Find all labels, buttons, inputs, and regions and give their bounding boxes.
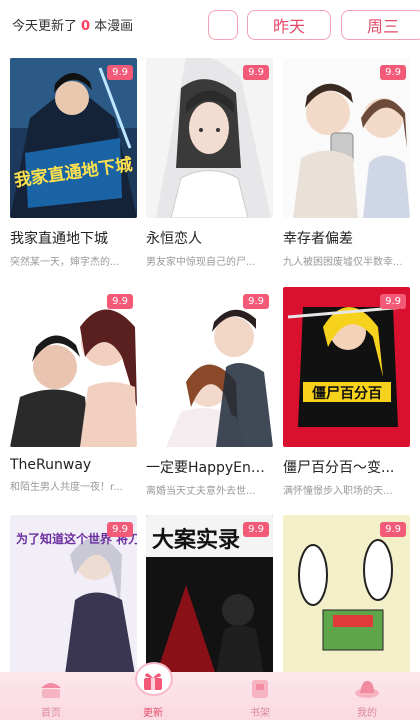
comic-title: 一定要HappyEnding	[146, 460, 273, 476]
hat-icon	[355, 680, 379, 698]
nav-update[interactable]: 更新	[113, 662, 193, 720]
comic-cover-art	[146, 58, 273, 218]
comic-card[interactable]: 9.9 幸存者偏差 九人被困困废墟仅半数幸...	[283, 58, 410, 268]
comic-cover-art	[283, 515, 410, 675]
comic-desc: 满怀憧憬步入职场的天...	[283, 486, 393, 497]
tab-yesterday[interactable]: 昨天	[247, 10, 331, 40]
comic-cover[interactable]: 9.9	[283, 58, 410, 218]
nav-bookshelf[interactable]: 书架	[220, 672, 300, 720]
nav-home-label: 首页	[41, 708, 61, 719]
comic-card[interactable]: 大案实录 9.9	[146, 515, 273, 675]
price-badge: 9.9	[107, 65, 133, 80]
tab-yesterday-label: 昨天	[272, 17, 305, 36]
comic-card[interactable]: 9.9 TheRunway 和陌生男人共度一夜！r...	[10, 287, 137, 493]
price-badge: 9.9	[243, 522, 269, 537]
comic-cover[interactable]: 9.9	[10, 287, 137, 447]
tab-previous[interactable]	[208, 10, 238, 40]
comic-title: 永恒恋人	[146, 231, 202, 247]
gift-icon	[144, 673, 162, 690]
comic-desc: 和陌生男人共度一夜！r...	[10, 482, 123, 493]
nav-bookshelf-label: 书架	[250, 708, 270, 719]
update-suffix: 本漫画	[94, 19, 134, 34]
comic-cover[interactable]: 9.9	[283, 515, 410, 675]
update-count: 0	[81, 19, 91, 34]
comic-cover-art	[146, 287, 273, 447]
comic-cover-art	[10, 287, 137, 447]
tab-wednesday-label: 周三	[366, 17, 399, 36]
comic-cover-art: 我家直通地下城	[10, 58, 137, 218]
cover-text: 僵尸百分百	[312, 385, 382, 402]
comic-title: 我家直通地下城	[10, 231, 108, 247]
price-badge: 9.9	[380, 294, 406, 309]
comic-card[interactable]: 僵尸百分百 9.9 僵尸百分百～变... 满怀憧憬步入职场的天...	[283, 287, 410, 497]
comic-cover[interactable]: 9.9	[146, 287, 273, 447]
comic-cover-art: 僵尸百分百	[283, 287, 410, 447]
comic-cover[interactable]: 9.9	[146, 58, 273, 218]
comic-title: 僵尸百分百～变...	[283, 460, 395, 476]
price-badge: 9.9	[107, 294, 133, 309]
comic-card[interactable]: 我家直通地下城 9.9 我家直通地下城 突然某一天，婶字杰的...	[10, 58, 137, 268]
comic-card[interactable]: 9.9 永恒恋人 男友家中惊现自己的尸...	[146, 58, 273, 268]
comic-desc: 九人被困困废墟仅半数幸...	[283, 257, 403, 268]
comic-cover[interactable]: 僵尸百分百 9.9	[283, 287, 410, 447]
comic-title: TheRunway	[10, 457, 92, 473]
comic-cover-art: 为了知道这个世界 将刀刃挥舞	[10, 515, 137, 675]
cover-text: 大案实录	[152, 527, 240, 553]
home-icon	[41, 683, 61, 698]
bookshelf-icon	[252, 680, 268, 698]
price-badge: 9.9	[243, 65, 269, 80]
bottom-nav: 首页 更新 书架 我的	[0, 662, 420, 720]
nav-mine[interactable]: 我的	[327, 672, 407, 720]
nav-mine-label: 我的	[357, 708, 377, 719]
comic-desc: 突然某一天，婶字杰的...	[10, 257, 120, 268]
comic-desc: 离婚当天丈夫意外去世...	[146, 486, 256, 497]
comic-card[interactable]: 9.9	[283, 515, 410, 675]
comic-cover[interactable]: 我家直通地下城 9.9	[10, 58, 137, 218]
update-summary: 今天更新了 0 本漫画	[12, 15, 133, 34]
comic-cover-art	[283, 58, 410, 218]
update-prefix: 今天更新了	[12, 19, 78, 34]
price-badge: 9.9	[380, 65, 406, 80]
comic-card[interactable]: 为了知道这个世界 将刀刃挥舞 9.9	[10, 515, 137, 675]
comic-title: 幸存者偏差	[283, 231, 353, 247]
comic-card[interactable]: 9.9 一定要HappyEnding 离婚当天丈夫意外去世...	[146, 287, 273, 497]
price-badge: 9.9	[243, 294, 269, 309]
tab-wednesday[interactable]: 周三	[341, 10, 420, 40]
header: 今天更新了 0 本漫画 昨天 周三	[0, 0, 420, 50]
comic-cover-art: 大案实录	[146, 515, 273, 675]
price-badge: 9.9	[107, 522, 133, 537]
nav-home[interactable]: 首页	[11, 672, 91, 720]
price-badge: 9.9	[380, 522, 406, 537]
nav-update-label: 更新	[143, 708, 163, 719]
comic-cover[interactable]: 大案实录 9.9	[146, 515, 273, 675]
comic-cover[interactable]: 为了知道这个世界 将刀刃挥舞 9.9	[10, 515, 137, 675]
comic-desc: 男友家中惊现自己的尸...	[146, 257, 256, 268]
